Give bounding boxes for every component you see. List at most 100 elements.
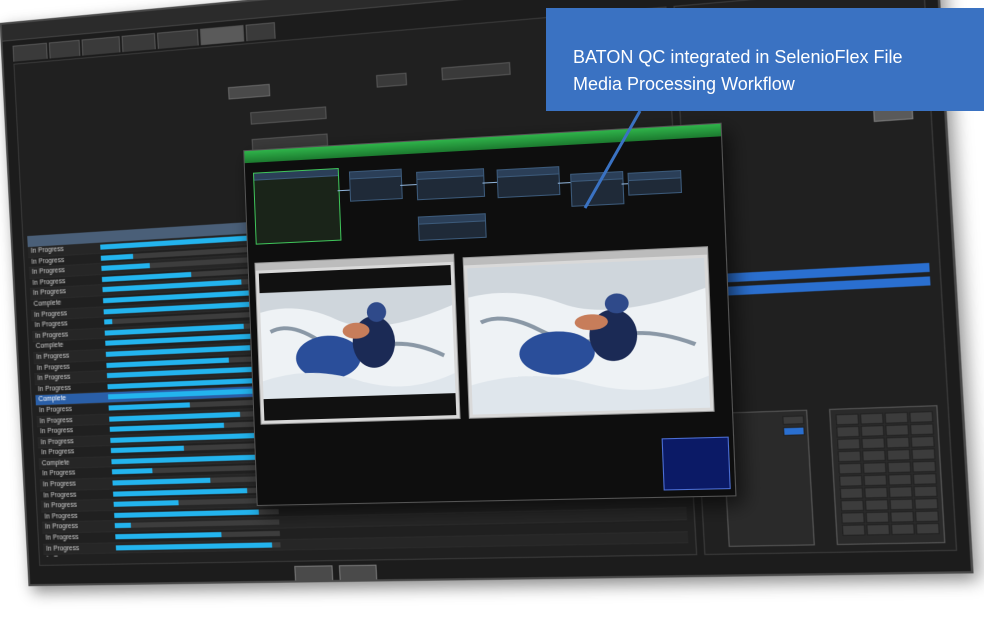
progress-bar [113,500,179,508]
results-cell [889,498,914,511]
results-cell [890,510,915,523]
results-cell [864,486,889,499]
results-cell [840,499,865,512]
workflow-wire [557,182,571,184]
progress-bar [112,487,248,497]
results-cell [912,473,938,485]
progress-bar [109,422,225,432]
progress-bar [111,468,153,475]
results-cell [910,435,935,448]
filter-input-3[interactable] [250,106,327,125]
job-state: In Progress [43,501,78,510]
progress-bar [114,509,259,518]
filter-select-1[interactable] [227,83,271,100]
results-cell [887,461,912,474]
results-cell [860,424,885,437]
progress-bar [104,319,113,325]
callout-banner: BATON QC integrated in SelenioFlex File … [546,8,984,111]
results-cell [911,460,937,473]
workflow-node-4[interactable] [496,166,561,199]
results-cell [864,499,889,511]
tab-5[interactable] [156,29,199,50]
results-cell [915,522,940,535]
workflow-wire [337,189,350,192]
tab-4[interactable] [121,32,156,53]
tab-1[interactable] [12,42,49,62]
workflow-node-baton-qc[interactable] [570,170,625,207]
progress-bar [109,411,241,422]
bottom-button-1[interactable] [294,565,334,582]
video-frame-output[interactable] [462,246,715,419]
results-cell [859,412,884,425]
bottom-button-bar [294,564,378,582]
job-state: In Progress [44,554,117,556]
results-cell [909,410,934,424]
video-frame-icon [467,257,711,415]
results-cell [911,448,936,461]
results-cell [885,436,910,449]
results-cell [835,413,860,426]
results-cell [841,512,865,524]
progress-bar [115,542,273,551]
results-cell [865,511,890,524]
job-state: In Progress [44,512,78,521]
job-state: In Progress [45,534,79,542]
results-cell [837,450,862,463]
workflow-wire [400,184,417,186]
callout-line-2: Media Processing Workflow [573,74,795,94]
job-state: In Progress [46,544,80,553]
results-cell [909,423,935,436]
progress-bar [115,532,222,540]
results-cell [914,510,940,523]
job-state: In Progress [43,491,77,500]
results-cell [861,449,886,462]
bottom-button-2[interactable] [338,564,378,581]
callout-line-1: BATON QC integrated in SelenioFlex File [573,47,903,67]
results-cell [836,425,860,438]
progress-bar [116,553,265,557]
tab-2[interactable] [49,39,81,59]
job-details-cells [292,555,689,557]
video-frame-source[interactable] [254,253,461,425]
tab-7[interactable] [245,22,277,42]
workflow-node-2[interactable] [416,168,486,201]
tab-3[interactable] [81,36,121,56]
workflow-node-6[interactable] [627,169,683,196]
workflow-node-1[interactable] [348,168,403,202]
callout-text: BATON QC integrated in SelenioFlex File … [573,44,978,98]
progress-bar [101,263,150,272]
results-cell [890,523,915,536]
results-cell [914,497,939,510]
results-cell [885,424,910,437]
results-cell [886,448,911,461]
workflow-node-3[interactable] [417,213,487,241]
results-cell [836,438,861,450]
baton-qc-window [243,122,737,506]
workflow-source-node[interactable] [253,167,342,245]
tab-6-active[interactable] [199,24,245,46]
results-cell [841,524,866,536]
thumbnail-strip[interactable] [661,436,731,491]
list-cell-selected [782,426,806,437]
filter-input-1[interactable] [376,72,408,88]
progress-bar [114,523,132,529]
results-cell [866,523,891,536]
results-cell [863,474,888,487]
results-cell [838,462,863,475]
job-state: In Progress [42,480,77,489]
results-cell [913,485,938,498]
filter-input-2[interactable] [441,61,511,81]
results-cell [838,475,863,487]
screenshot-stage: In Progress In Progress In Progress In Prog… [0,0,984,638]
progress-bar [108,402,190,411]
progress-bar [100,253,134,261]
progress-bar [112,477,211,486]
results-cell [888,486,913,498]
results-cell [887,473,913,486]
list-cell [782,415,805,425]
results-grid[interactable] [829,405,946,546]
video-frame-icon [258,265,457,421]
job-row[interactable]: In Progress [44,555,689,557]
progress-bar [110,432,258,443]
results-cell [862,462,887,474]
